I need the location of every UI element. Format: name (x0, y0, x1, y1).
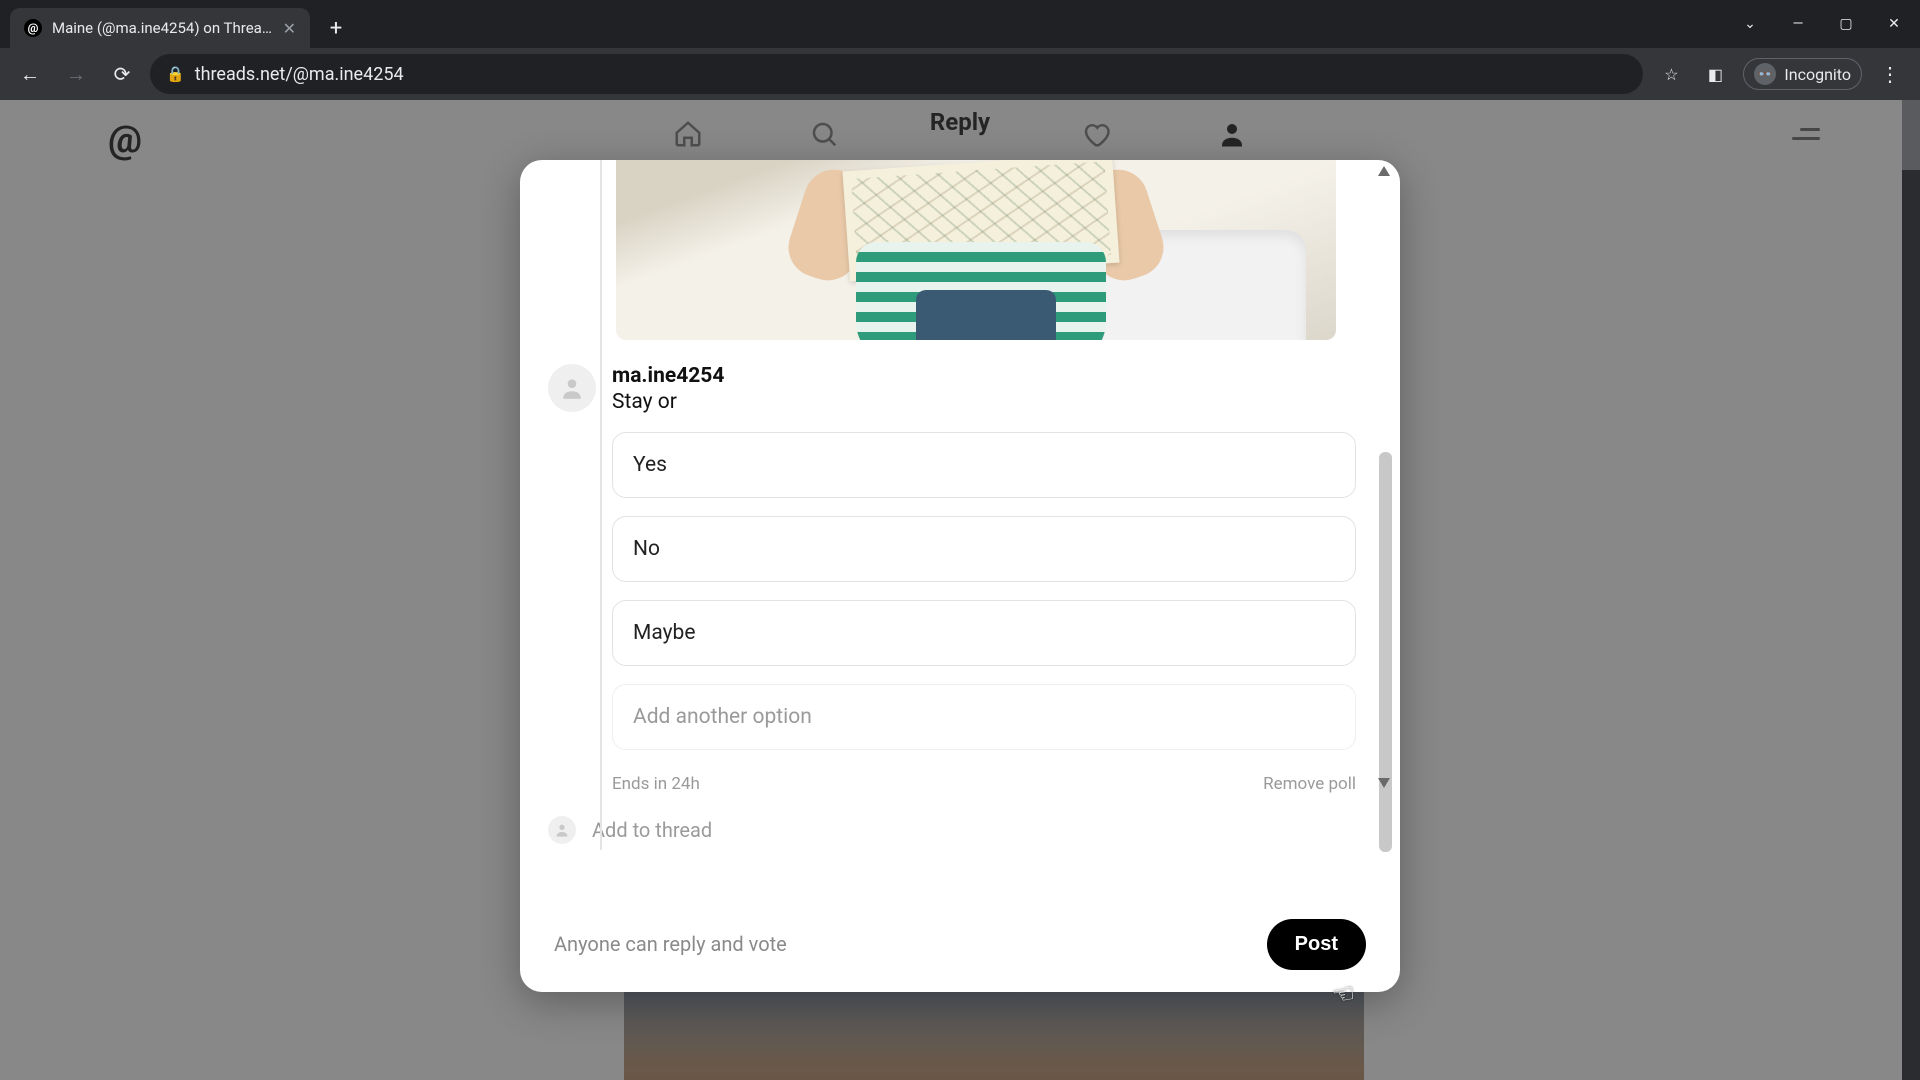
address-bar: ← → ⟳ 🔒 threads.net/@ma.ine4254 ☆ ◧ 👓 In… (0, 48, 1920, 100)
close-window-button[interactable]: ✕ (1874, 8, 1914, 40)
composer-footer: Anyone can reply and vote Post (520, 896, 1400, 992)
poll-option-2-input[interactable]: No (612, 516, 1356, 582)
post-button[interactable]: Post (1267, 919, 1366, 970)
page-scrollbar-thumb[interactable] (1902, 100, 1920, 170)
tab-strip: @ Maine (@ma.ine4254) on Threads ✕ + ⌄ ―… (0, 0, 1920, 48)
poll-option-1-input[interactable]: Yes (612, 432, 1356, 498)
poll-duration-label: Ends in 24h (612, 774, 700, 794)
tab-title: Maine (@ma.ine4254) on Threads (52, 19, 273, 37)
back-button[interactable]: ← (12, 56, 48, 92)
poll-add-option-input[interactable]: Add another option (612, 684, 1356, 750)
minimize-button[interactable]: ― (1778, 8, 1818, 40)
scroll-up-arrow-icon[interactable] (1378, 166, 1390, 176)
page-viewport: @ Reply (0, 100, 1920, 1080)
maximize-button[interactable]: ▢ (1826, 8, 1866, 40)
forward-button[interactable]: → (58, 56, 94, 92)
incognito-label: Incognito (1784, 65, 1851, 84)
user-avatar[interactable] (548, 364, 596, 412)
modal-scroll-area[interactable]: ma.ine4254 Stay or Yes No Maybe Add anot… (520, 160, 1400, 896)
modal-scrollbar-thumb[interactable] (1379, 452, 1392, 852)
incognito-icon: 👓 (1754, 63, 1776, 85)
window-controls: ⌄ ― ▢ ✕ (1730, 8, 1914, 40)
panel-toggle-icon[interactable]: ◧ (1697, 56, 1733, 92)
url-input[interactable]: 🔒 threads.net/@ma.ine4254 (150, 54, 1643, 94)
reply-composer-modal: ma.ine4254 Stay or Yes No Maybe Add anot… (520, 160, 1400, 992)
thread-connector-line (600, 160, 602, 850)
reply-permission-button[interactable]: Anyone can reply and vote (554, 932, 787, 956)
scroll-down-arrow-icon[interactable] (1378, 778, 1390, 788)
add-to-thread-row[interactable]: Add to thread (548, 816, 1356, 844)
poll-option-3-input[interactable]: Maybe (612, 600, 1356, 666)
user-avatar-small (548, 816, 576, 844)
quoted-post-image (616, 160, 1336, 340)
new-tab-button[interactable]: + (318, 10, 354, 46)
reload-button[interactable]: ⟳ (104, 56, 140, 92)
close-tab-icon[interactable]: ✕ (283, 19, 296, 38)
page-scrollbar[interactable] (1902, 100, 1920, 1080)
composer-text-input[interactable]: Stay or (612, 390, 1356, 414)
lock-icon: 🔒 (166, 65, 185, 83)
composer-username[interactable]: ma.ine4254 (612, 364, 1356, 388)
add-to-thread-label: Add to thread (592, 818, 712, 842)
browser-menu-button[interactable]: ⋮ (1872, 62, 1908, 86)
bookmark-star-icon[interactable]: ☆ (1653, 56, 1689, 92)
url-text: threads.net/@ma.ine4254 (195, 64, 404, 85)
incognito-chip[interactable]: 👓 Incognito (1743, 58, 1862, 90)
remove-poll-button[interactable]: Remove poll (1263, 774, 1356, 794)
threads-favicon: @ (24, 19, 42, 37)
browser-tab[interactable]: @ Maine (@ma.ine4254) on Threads ✕ (10, 8, 310, 48)
composer-row: ma.ine4254 Stay or Yes No Maybe Add anot… (548, 364, 1356, 794)
poll-editor: Yes No Maybe Add another option Ends in … (612, 432, 1356, 794)
tabs-dropdown-icon[interactable]: ⌄ (1730, 8, 1770, 40)
